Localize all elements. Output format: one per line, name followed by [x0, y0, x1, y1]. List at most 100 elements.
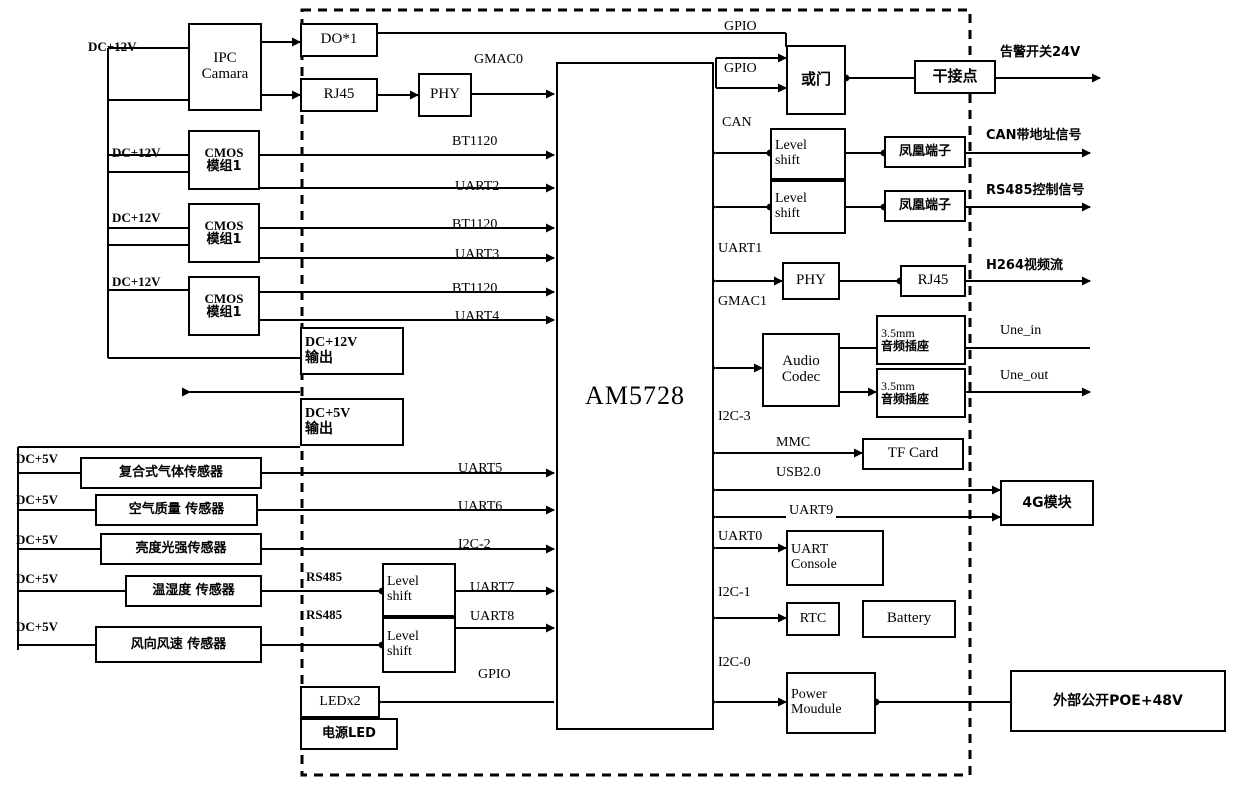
label-uart3: UART3 [455, 247, 500, 262]
or-gate-block[interactable]: 或门 [786, 45, 846, 115]
pm-line1: Power [791, 687, 827, 703]
am5728-soc-block[interactable]: AM5728 [556, 62, 714, 730]
sensor-wind[interactable]: 风向风速 传感器 [95, 626, 262, 663]
rj45-input-block[interactable]: RJ45 [300, 78, 378, 112]
cmos3-line2: 模组1 [206, 305, 242, 320]
uart-console-block[interactable]: UART Console [786, 530, 884, 586]
cmos-module-2[interactable]: CMOS 模组1 [188, 203, 260, 263]
label-uart0: UART0 [718, 529, 763, 544]
label-gpio-top: GPIO [724, 19, 757, 34]
ipc-camera-line1: IPC [213, 50, 237, 67]
label-gpio-led: GPIO [478, 667, 511, 682]
cmos-module-1[interactable]: CMOS 模组1 [188, 130, 260, 190]
lsc-line1: Level [775, 138, 807, 154]
label-rs485-signal: RS485控制信号 [986, 183, 1085, 198]
sensor-light-label: 亮度光强传感器 [135, 541, 227, 557]
label-dc12v-cmos1: DC+12V [112, 145, 161, 160]
phoenix-terminal-2[interactable]: 凤凰端子 [884, 190, 966, 222]
label-mmc: MMC [776, 435, 811, 450]
level-shift-rs485-right[interactable]: Level shift [770, 180, 846, 234]
tf-card-label: TF Card [887, 445, 939, 462]
or-gate-label: 或门 [800, 70, 831, 89]
sensor-air-label: 空气质量 传感器 [128, 502, 225, 518]
label-h264-stream: H264视频流 [986, 258, 1064, 273]
led-indicator-block[interactable]: LEDx2 [300, 686, 380, 718]
label-rs485-1: RS485 [306, 569, 343, 584]
dc5v-output-block[interactable]: DC+5V 输出 [300, 398, 404, 446]
sensor-wind-label: 风向风速 传感器 [130, 636, 227, 652]
do-label: DO*1 [320, 31, 358, 48]
label-uart5: UART5 [458, 461, 503, 476]
power-module-block[interactable]: Power Moudule [786, 672, 876, 734]
power-led-block[interactable]: 电源LED [300, 718, 398, 750]
label-dc12v-main: DC+12V [88, 39, 137, 54]
sensor-gas[interactable]: 复合式气体传感器 [80, 457, 262, 489]
label-usb20: USB2.0 [776, 465, 821, 480]
label-alarm-switch: 告警开关24V [1000, 45, 1081, 60]
ls2-line2: shift [387, 644, 412, 659]
dc12v-out-line2: 输出 [305, 350, 333, 366]
phy-out-label: PHY [795, 272, 826, 289]
led-line2: 电源LED [322, 726, 376, 742]
external-poe-block[interactable]: 外部公开POE+48V [1010, 670, 1226, 732]
sensor-light[interactable]: 亮度光强传感器 [100, 533, 262, 565]
label-uart1: UART1 [718, 241, 763, 256]
sensor-air-quality[interactable]: 空气质量 传感器 [95, 494, 258, 526]
cmos3-line1: CMOS [204, 291, 244, 307]
soc-label: AM5728 [585, 381, 685, 411]
label-i2c0: I2C-0 [718, 655, 751, 670]
audio-codec-block[interactable]: Audio Codec [762, 333, 840, 407]
do-output-block[interactable]: DO*1 [300, 23, 378, 57]
level-shift-rs485-2[interactable]: Level shift [382, 617, 456, 673]
label-gmac0: GMAC0 [474, 52, 524, 67]
ipc-camera-block[interactable]: IPC Camara [188, 23, 262, 111]
label-gmac1: GMAC1 [718, 294, 768, 309]
ls1-line1: Level [387, 574, 419, 590]
pm-line2: Moudule [791, 702, 842, 717]
label-dc12v-cmos2: DC+12V [112, 210, 161, 225]
label-dc5v-4: DC+5V [16, 571, 59, 586]
phy-input-block[interactable]: PHY [418, 73, 472, 117]
label-can-signal: CAN带地址信号 [986, 128, 1082, 143]
label-dc5v-2: DC+5V [16, 492, 59, 507]
level-shift-can[interactable]: Level shift [770, 128, 846, 180]
label-uart2: UART2 [455, 179, 500, 194]
label-dc5v-5: DC+5V [16, 619, 59, 634]
label-dc5v-1: DC+5V [16, 451, 59, 466]
dry-contact-block[interactable]: 干接点 [914, 60, 996, 94]
audio-jack-out-block[interactable]: 3.5mm 音频插座 [876, 368, 966, 418]
cmos2-line2: 模组1 [206, 232, 242, 247]
sensor-temp-humidity[interactable]: 温湿度 传感器 [125, 575, 262, 607]
tf-card-block[interactable]: TF Card [862, 438, 964, 470]
dc12v-output-block[interactable]: DC+12V 输出 [300, 327, 404, 375]
label-dc12v-cmos3: DC+12V [112, 274, 161, 289]
cmos1-line2: 模组1 [206, 159, 242, 174]
level-shift-rs485-1[interactable]: Level shift [382, 563, 456, 617]
label-uart6: UART6 [458, 499, 503, 514]
jackout-line2: 音频插座 [881, 392, 930, 406]
phoenix-terminal-1[interactable]: 凤凰端子 [884, 136, 966, 168]
led-line1: LEDx2 [319, 693, 361, 709]
rj45-in-label: RJ45 [323, 86, 355, 103]
audio-line1: Audio [782, 353, 820, 370]
cmos-module-3[interactable]: CMOS 模组1 [188, 276, 260, 336]
dc12v-out-line1: DC+12V [305, 335, 358, 351]
rtc-block[interactable]: RTC [786, 602, 840, 636]
rtc-label: RTC [799, 610, 827, 626]
phy-output-block[interactable]: PHY [782, 262, 840, 300]
audio-jack-in-block[interactable]: 3.5mm 音频插座 [876, 315, 966, 365]
ipc-camera-line2: Camara [201, 66, 249, 82]
label-uart7: UART7 [470, 580, 515, 595]
label-i2c2: I2C-2 [458, 537, 491, 552]
module-4g-label: 4G模块 [1022, 494, 1072, 511]
cmos2-line1: CMOS [204, 218, 244, 234]
sensor-th-label: 温湿度 传感器 [152, 583, 235, 599]
rj45-output-block[interactable]: RJ45 [900, 265, 966, 297]
module-4g-block[interactable]: 4G模块 [1000, 480, 1094, 526]
audio-line2: Codec [781, 369, 821, 385]
label-rs485-2: RS485 [306, 607, 343, 622]
block-diagram-canvas: IPC Camara DO*1 RJ45 PHY CMOS 模组1 CMOS 模… [0, 0, 1240, 792]
phy-in-label: PHY [429, 86, 460, 103]
battery-block[interactable]: Battery [862, 600, 956, 638]
label-bt1120-3: BT1120 [452, 281, 498, 296]
